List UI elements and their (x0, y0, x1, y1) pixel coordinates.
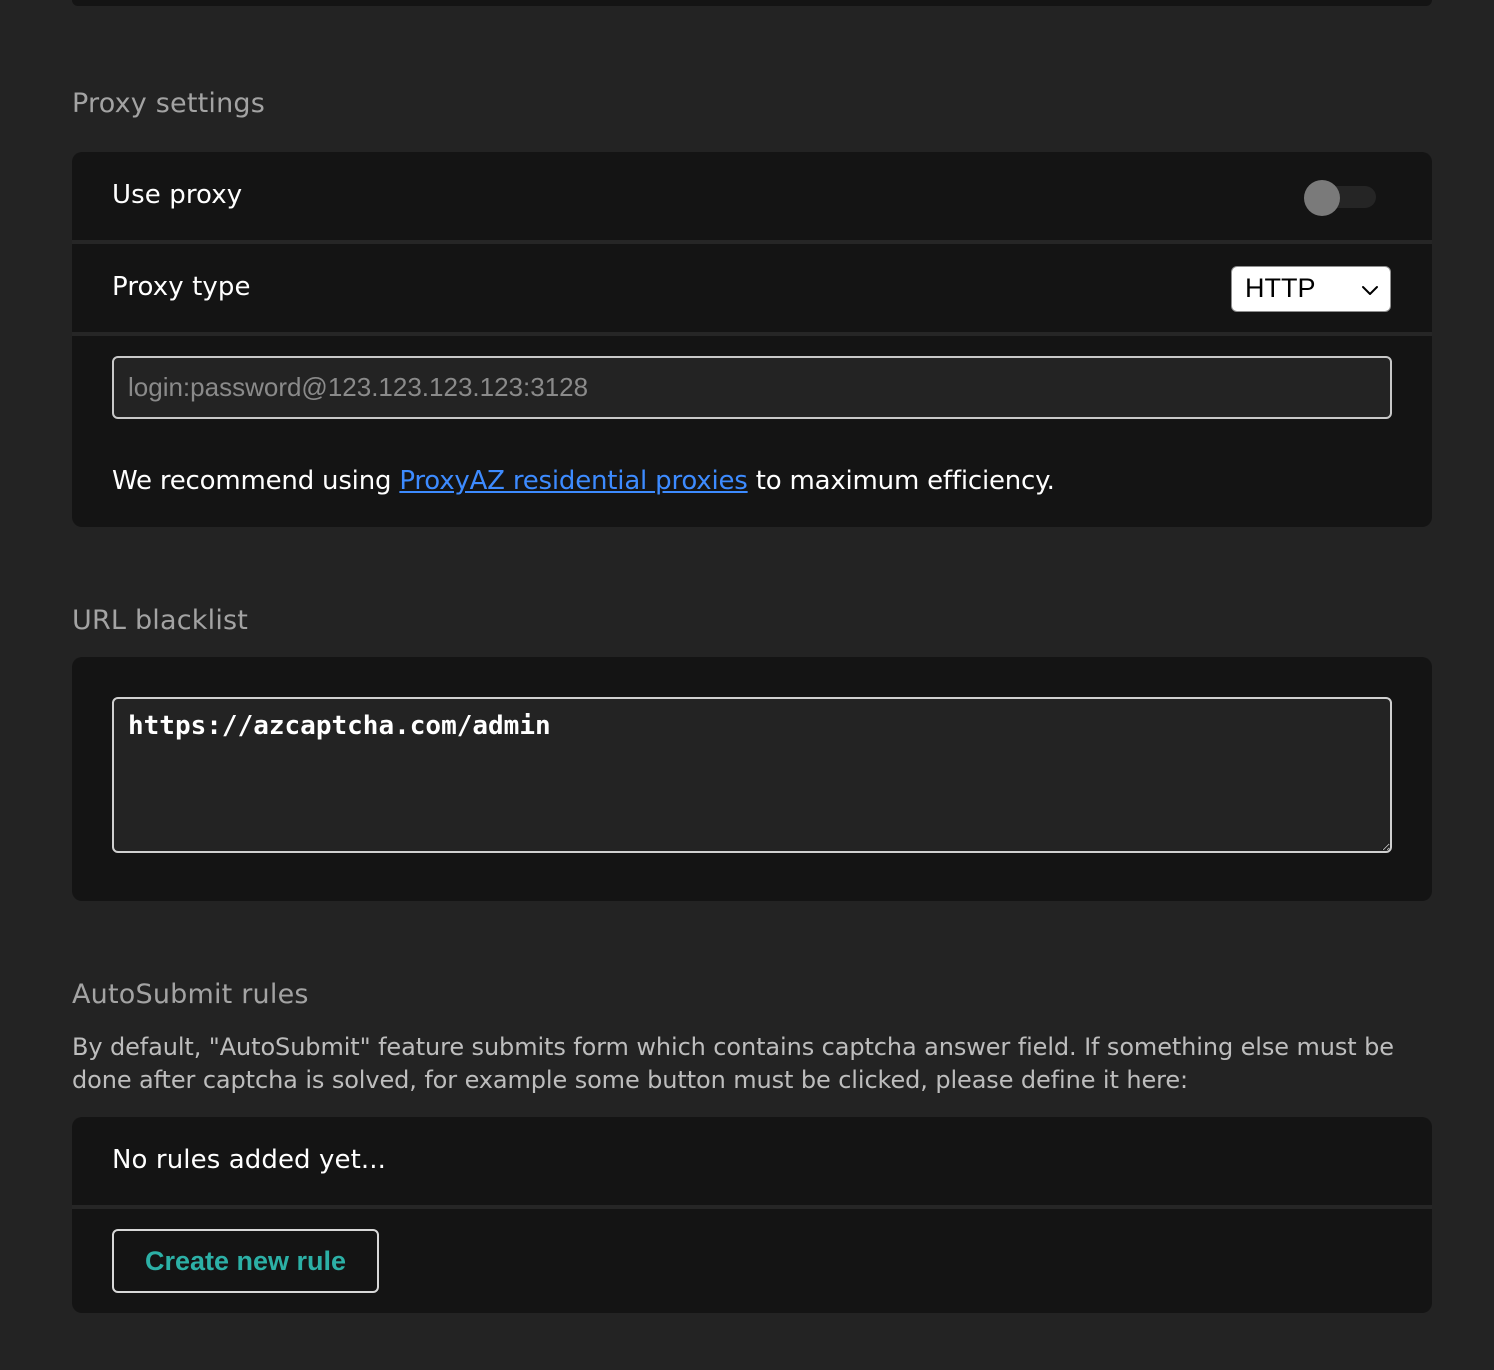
proxy-type-value: HTTP (1245, 273, 1316, 303)
use-proxy-toggle[interactable] (1304, 180, 1376, 216)
autosubmit-rules-panel: No rules added yet... Create new rule (72, 1117, 1432, 1313)
create-new-rule-button[interactable]: Create new rule (112, 1229, 379, 1293)
proxy-address-input[interactable] (112, 356, 1392, 419)
previous-panel-edge (72, 0, 1432, 6)
autosubmit-description: By default, "AutoSubmit" feature submits… (72, 1033, 1394, 1094)
toggle-knob (1304, 180, 1340, 216)
url-blacklist-textarea[interactable] (112, 697, 1392, 853)
proxy-type-label: Proxy type (112, 272, 251, 302)
rules-empty-row: No rules added yet... (72, 1117, 1432, 1209)
no-rules-text: No rules added yet... (112, 1145, 386, 1175)
url-blacklist-title: URL blacklist (72, 605, 249, 636)
proxy-settings-title: Proxy settings (72, 88, 266, 119)
create-rule-row: Create new rule (72, 1209, 1432, 1313)
use-proxy-label: Use proxy (112, 180, 243, 210)
proxy-settings-panel: Use proxy Proxy type HTTP We recommend u… (72, 152, 1432, 527)
proxy-type-select[interactable]: HTTP (1231, 266, 1391, 312)
proxy-type-row: Proxy type HTTP (72, 244, 1432, 336)
recommend-prefix: We recommend using (112, 466, 400, 496)
proxyaz-link[interactable]: ProxyAZ residential proxies (399, 466, 747, 496)
chevron-down-icon (1362, 286, 1378, 295)
url-blacklist-panel (72, 657, 1432, 901)
autosubmit-rules-title: AutoSubmit rules (72, 979, 309, 1010)
proxy-recommendation: We recommend using ProxyAZ residential p… (112, 466, 1055, 496)
recommend-suffix: to maximum efficiency. (747, 466, 1055, 496)
use-proxy-row: Use proxy (72, 152, 1432, 244)
proxy-address-row: We recommend using ProxyAZ residential p… (72, 336, 1432, 527)
